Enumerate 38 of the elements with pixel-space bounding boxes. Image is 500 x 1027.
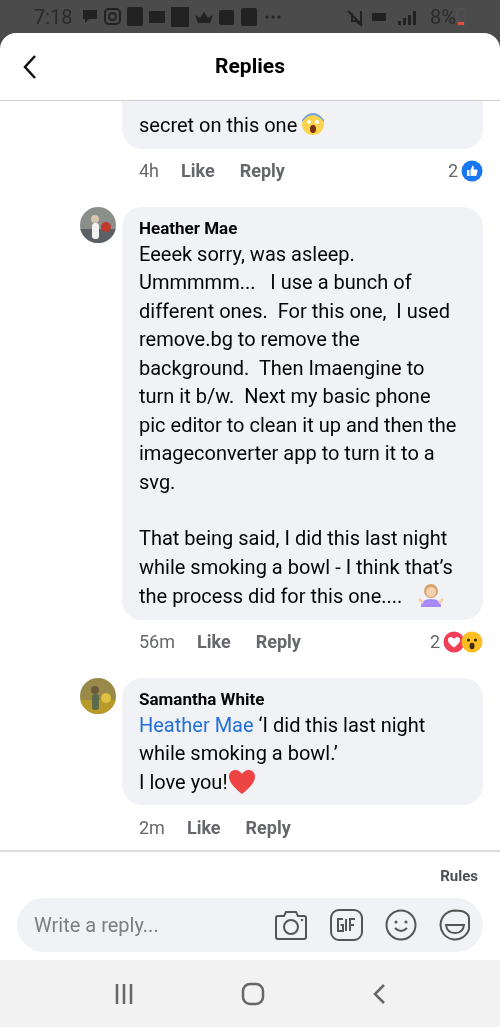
shrugging-person-icon	[417, 581, 446, 609]
reply-input[interactable]: Write a reply...	[34, 909, 274, 940]
comment-text: That being said, I did this last night while smoking a bowl - I think that’s the process did for this one....	[139, 525, 454, 611]
smiley-icon[interactable]	[385, 908, 417, 941]
comment-time: 4h	[139, 159, 160, 183]
comment-author[interactable]: Heather Mae	[139, 215, 457, 240]
comment-text: secret on this one	[139, 111, 457, 140]
screaming-face-icon	[301, 112, 326, 136]
surprised-face-icon	[461, 630, 483, 653]
reaction-count: 2	[429, 630, 440, 654]
like-button[interactable]: Like	[197, 628, 231, 655]
reply-button[interactable]: Reply	[239, 157, 285, 184]
header-title: Replies	[215, 52, 285, 80]
recent-apps-icon[interactable]	[113, 982, 134, 1005]
sticker-icon[interactable]	[439, 908, 471, 941]
mention-link[interactable]: Heather Mae	[139, 712, 259, 737]
back-icon	[22, 54, 38, 80]
like-button[interactable]: Like	[186, 813, 221, 841]
heart-reaction-icon	[443, 630, 465, 653]
reaction-count: 2	[447, 159, 458, 183]
home-icon[interactable]	[241, 981, 265, 1006]
comment-text: Heather Mae ‘I did this last night while smoking a bowl.’	[139, 711, 427, 767]
reply-button[interactable]: Reply	[245, 813, 291, 841]
comment-text: I love you!	[139, 767, 457, 796]
like-button[interactable]: Like	[181, 157, 215, 184]
comment-time: 2m	[139, 815, 165, 840]
thumbs-up-icon	[461, 159, 483, 182]
battery-icon	[456, 6, 466, 27]
reply-button[interactable]: Reply	[255, 628, 301, 655]
gif-icon[interactable]	[330, 908, 363, 941]
comment-text: Eeeek sorry, was asleep. Ummmmm... I use a bunch of different ones. For this one, I used remove.bg to remove the background. Then Imaengine to turn it b/w. Next my basic phone pic editor to clean it up and then the imageconverter app to turn it to a svg.	[139, 240, 457, 496]
rules-link[interactable]: Rules	[440, 865, 478, 888]
reply-field[interactable]: Write a reply...	[17, 897, 483, 952]
back-nav-icon[interactable]	[372, 982, 387, 1005]
comment-author[interactable]: Samantha White	[139, 686, 457, 711]
heart-icon	[227, 768, 256, 795]
camera-icon[interactable]	[274, 908, 308, 941]
comment-time: 56m	[139, 630, 176, 654]
